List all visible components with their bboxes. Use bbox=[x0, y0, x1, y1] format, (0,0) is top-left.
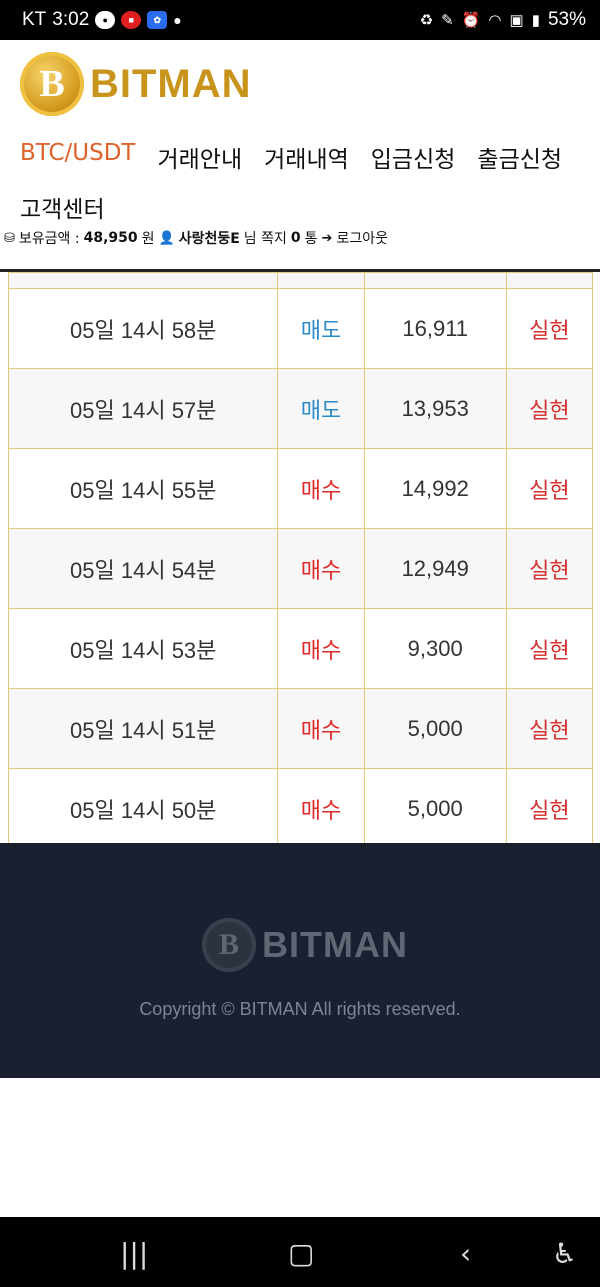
trade-history-table: 05일 14시 58분 매도 16,911 실현 05일 14시 57분 매도 … bbox=[7, 272, 594, 849]
trade-type: 매수 bbox=[277, 528, 365, 609]
trade-type: 매수 bbox=[277, 608, 365, 689]
table-row: 05일 14시 58분 매도 16,911 실현 bbox=[7, 288, 594, 369]
logout-link[interactable]: 로그아웃 bbox=[336, 228, 388, 248]
trade-time: 05일 14시 51분 bbox=[7, 688, 279, 769]
nav-trade-guide[interactable]: 거래안내 bbox=[157, 140, 242, 174]
system-nav-bar: ||| ▢ ‹ ♿ bbox=[0, 1217, 600, 1287]
trade-amount: 12,949 bbox=[363, 528, 507, 609]
coins-icon: ⛁ bbox=[4, 230, 15, 246]
trade-time: 05일 14시 54분 bbox=[7, 528, 279, 609]
trade-result: 실현 bbox=[505, 768, 594, 849]
site-logo[interactable]: B BITMAN bbox=[20, 52, 252, 116]
user-icon: 👤 bbox=[158, 230, 175, 246]
alarm-icon: ⏰ bbox=[461, 12, 481, 29]
trade-result: 실현 bbox=[505, 608, 594, 689]
table-row: 05일 14시 51분 매수 5,000 실현 bbox=[7, 688, 594, 769]
trade-time: 05일 14시 57분 bbox=[7, 368, 279, 449]
hd-icon: ▣ bbox=[509, 12, 524, 29]
footer-logo: B BITMAN bbox=[202, 918, 408, 972]
trade-type: 매수 bbox=[277, 688, 365, 769]
trade-result: 실현 bbox=[505, 528, 594, 609]
trade-amount: 9,300 bbox=[363, 608, 507, 689]
trade-type: 매수 bbox=[277, 448, 365, 529]
recycle-icon: ♻ bbox=[419, 12, 434, 29]
trade-amount: 13,953 bbox=[363, 368, 507, 449]
nav-deposit[interactable]: 입금신청 bbox=[371, 140, 456, 174]
status-bar: KT 3:02 ● ■ ✿ ● ♻ ✎ ⏰ ◠ ▣ ▮ 53% bbox=[0, 0, 600, 40]
nav-withdraw[interactable]: 출금신청 bbox=[477, 140, 562, 174]
trade-amount: 14,992 bbox=[363, 448, 507, 529]
clock: 3:02 bbox=[52, 9, 90, 30]
site-footer: B BITMAN Copyright © BITMAN All rights r… bbox=[0, 843, 600, 1078]
trade-result: 실현 bbox=[505, 368, 594, 449]
wifi-icon: ◠ bbox=[488, 12, 502, 29]
balance-value: 48,950 bbox=[83, 230, 138, 246]
pen-icon: ✎ bbox=[441, 12, 454, 29]
trade-type: 매수 bbox=[277, 768, 365, 849]
trade-type: 매도 bbox=[277, 288, 365, 369]
message-unit: 통 bbox=[304, 231, 318, 247]
talk-icon: ● bbox=[95, 11, 116, 29]
m-icon: ■ bbox=[121, 11, 142, 29]
more-notifications-icon: ● bbox=[173, 12, 182, 28]
copyright-text: Copyright © BITMAN All rights reserved. bbox=[139, 999, 461, 1019]
back-icon[interactable]: ‹ bbox=[460, 1237, 471, 1270]
trade-amount: 16,911 bbox=[363, 288, 507, 369]
trade-amount: 5,000 bbox=[363, 768, 507, 849]
trade-result: 실현 bbox=[505, 688, 594, 769]
accessibility-icon[interactable]: ♿ bbox=[552, 1237, 577, 1270]
battery-level: 53% bbox=[547, 9, 586, 30]
balance-label: 보유금액 : bbox=[18, 231, 80, 247]
site-header: B BITMAN BTC/USDT 거래안내 거래내역 입금신청 출금신청 고객… bbox=[0, 40, 600, 272]
user-bar: ⛁ 보유금액 : 48,950 원 👤 사랑천둥E 님 쪽지 0 통 ➔ 로그아… bbox=[4, 228, 388, 248]
table-row: 05일 14시 57분 매도 13,953 실현 bbox=[7, 368, 594, 449]
logout-icon[interactable]: ➔ bbox=[322, 231, 333, 246]
trade-time: 05일 14시 50분 bbox=[7, 768, 279, 849]
trade-result: 실현 bbox=[505, 448, 594, 529]
balance-unit: 원 bbox=[141, 231, 155, 247]
trade-amount: 5,000 bbox=[363, 688, 507, 769]
nav-support[interactable]: 고객센터 bbox=[20, 190, 105, 224]
footer-logo-text: BITMAN bbox=[262, 924, 408, 965]
message-count[interactable]: 0 bbox=[291, 230, 301, 246]
table-row: 05일 14시 50분 매수 5,000 실현 bbox=[7, 768, 594, 849]
trade-time: 05일 14시 55분 bbox=[7, 448, 279, 529]
nav-trade-history[interactable]: 거래내역 bbox=[264, 140, 349, 174]
honorific-messages[interactable]: 님 쪽지 bbox=[244, 228, 287, 248]
bitcoin-coin-icon: B bbox=[202, 918, 256, 972]
main-nav: BTC/USDT 거래안내 거래내역 입금신청 출금신청 고객센터 bbox=[20, 140, 590, 224]
paw-icon: ✿ bbox=[147, 11, 168, 29]
table-row: 05일 14시 53분 매수 9,300 실현 bbox=[7, 608, 594, 689]
bitcoin-coin-icon: B bbox=[20, 52, 84, 116]
table-row: 05일 14시 54분 매수 12,949 실현 bbox=[7, 528, 594, 609]
trade-type: 매도 bbox=[277, 368, 365, 449]
table-row bbox=[7, 272, 594, 289]
signal-icon: ▮ bbox=[531, 12, 540, 29]
nav-btc-usdt[interactable]: BTC/USDT bbox=[20, 140, 135, 174]
trade-result: 실현 bbox=[505, 288, 594, 369]
trade-time: 05일 14시 53분 bbox=[7, 608, 279, 689]
recent-apps-icon[interactable]: ||| bbox=[120, 1237, 148, 1270]
logo-text: BITMAN bbox=[90, 61, 252, 106]
username: 사랑천둥E bbox=[178, 231, 240, 247]
table-row: 05일 14시 55분 매수 14,992 실현 bbox=[7, 448, 594, 529]
carrier: KT bbox=[22, 9, 47, 30]
trade-time: 05일 14시 58분 bbox=[7, 288, 279, 369]
home-icon[interactable]: ▢ bbox=[288, 1237, 314, 1270]
